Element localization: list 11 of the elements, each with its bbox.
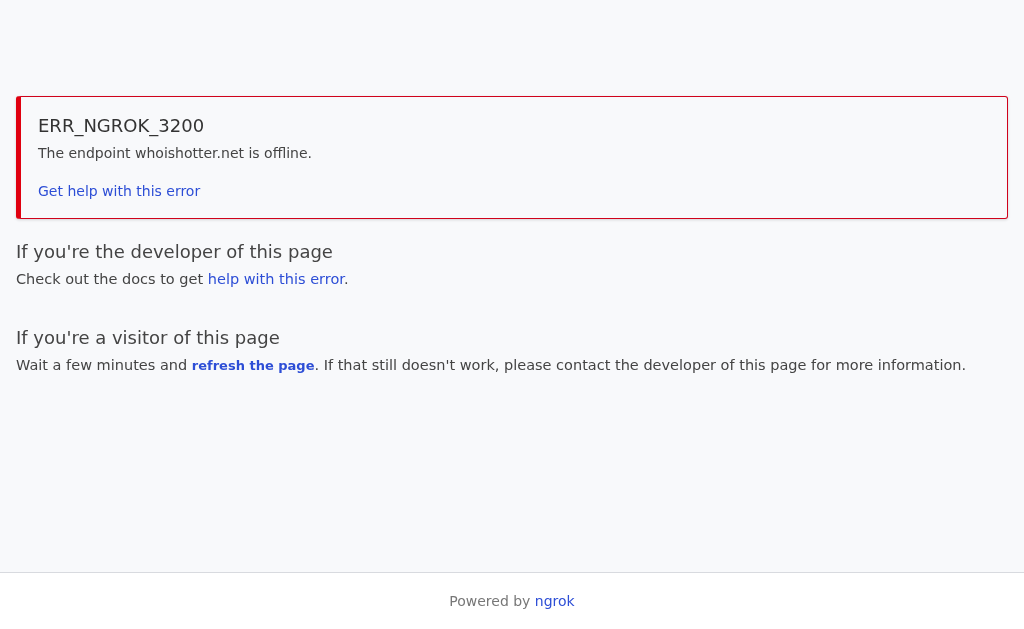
section-text: Wait a few minutes and refresh the page. If that still doesn't work, please contact the developer of this page for more information. <box>16 357 968 373</box>
error-code: ERR_NGROK_3200 <box>38 115 206 136</box>
ngrok-link[interactable]: ngrok <box>534 593 575 609</box>
section-heading: If you're a visitor of this page <box>16 327 281 348</box>
footer-text: Powered by ngrok <box>448 592 576 609</box>
section-text: Check out the docs to get help with this error. <box>16 271 350 287</box>
help-link[interactable]: Get help with this error <box>38 183 201 199</box>
section-heading: If you're the developer of this page <box>16 241 334 262</box>
help-link[interactable]: help with this error <box>207 271 344 287</box>
error-message: The endpoint whoishotter.net is offline. <box>38 145 314 161</box>
help-link[interactable]: refresh the page <box>191 358 315 373</box>
